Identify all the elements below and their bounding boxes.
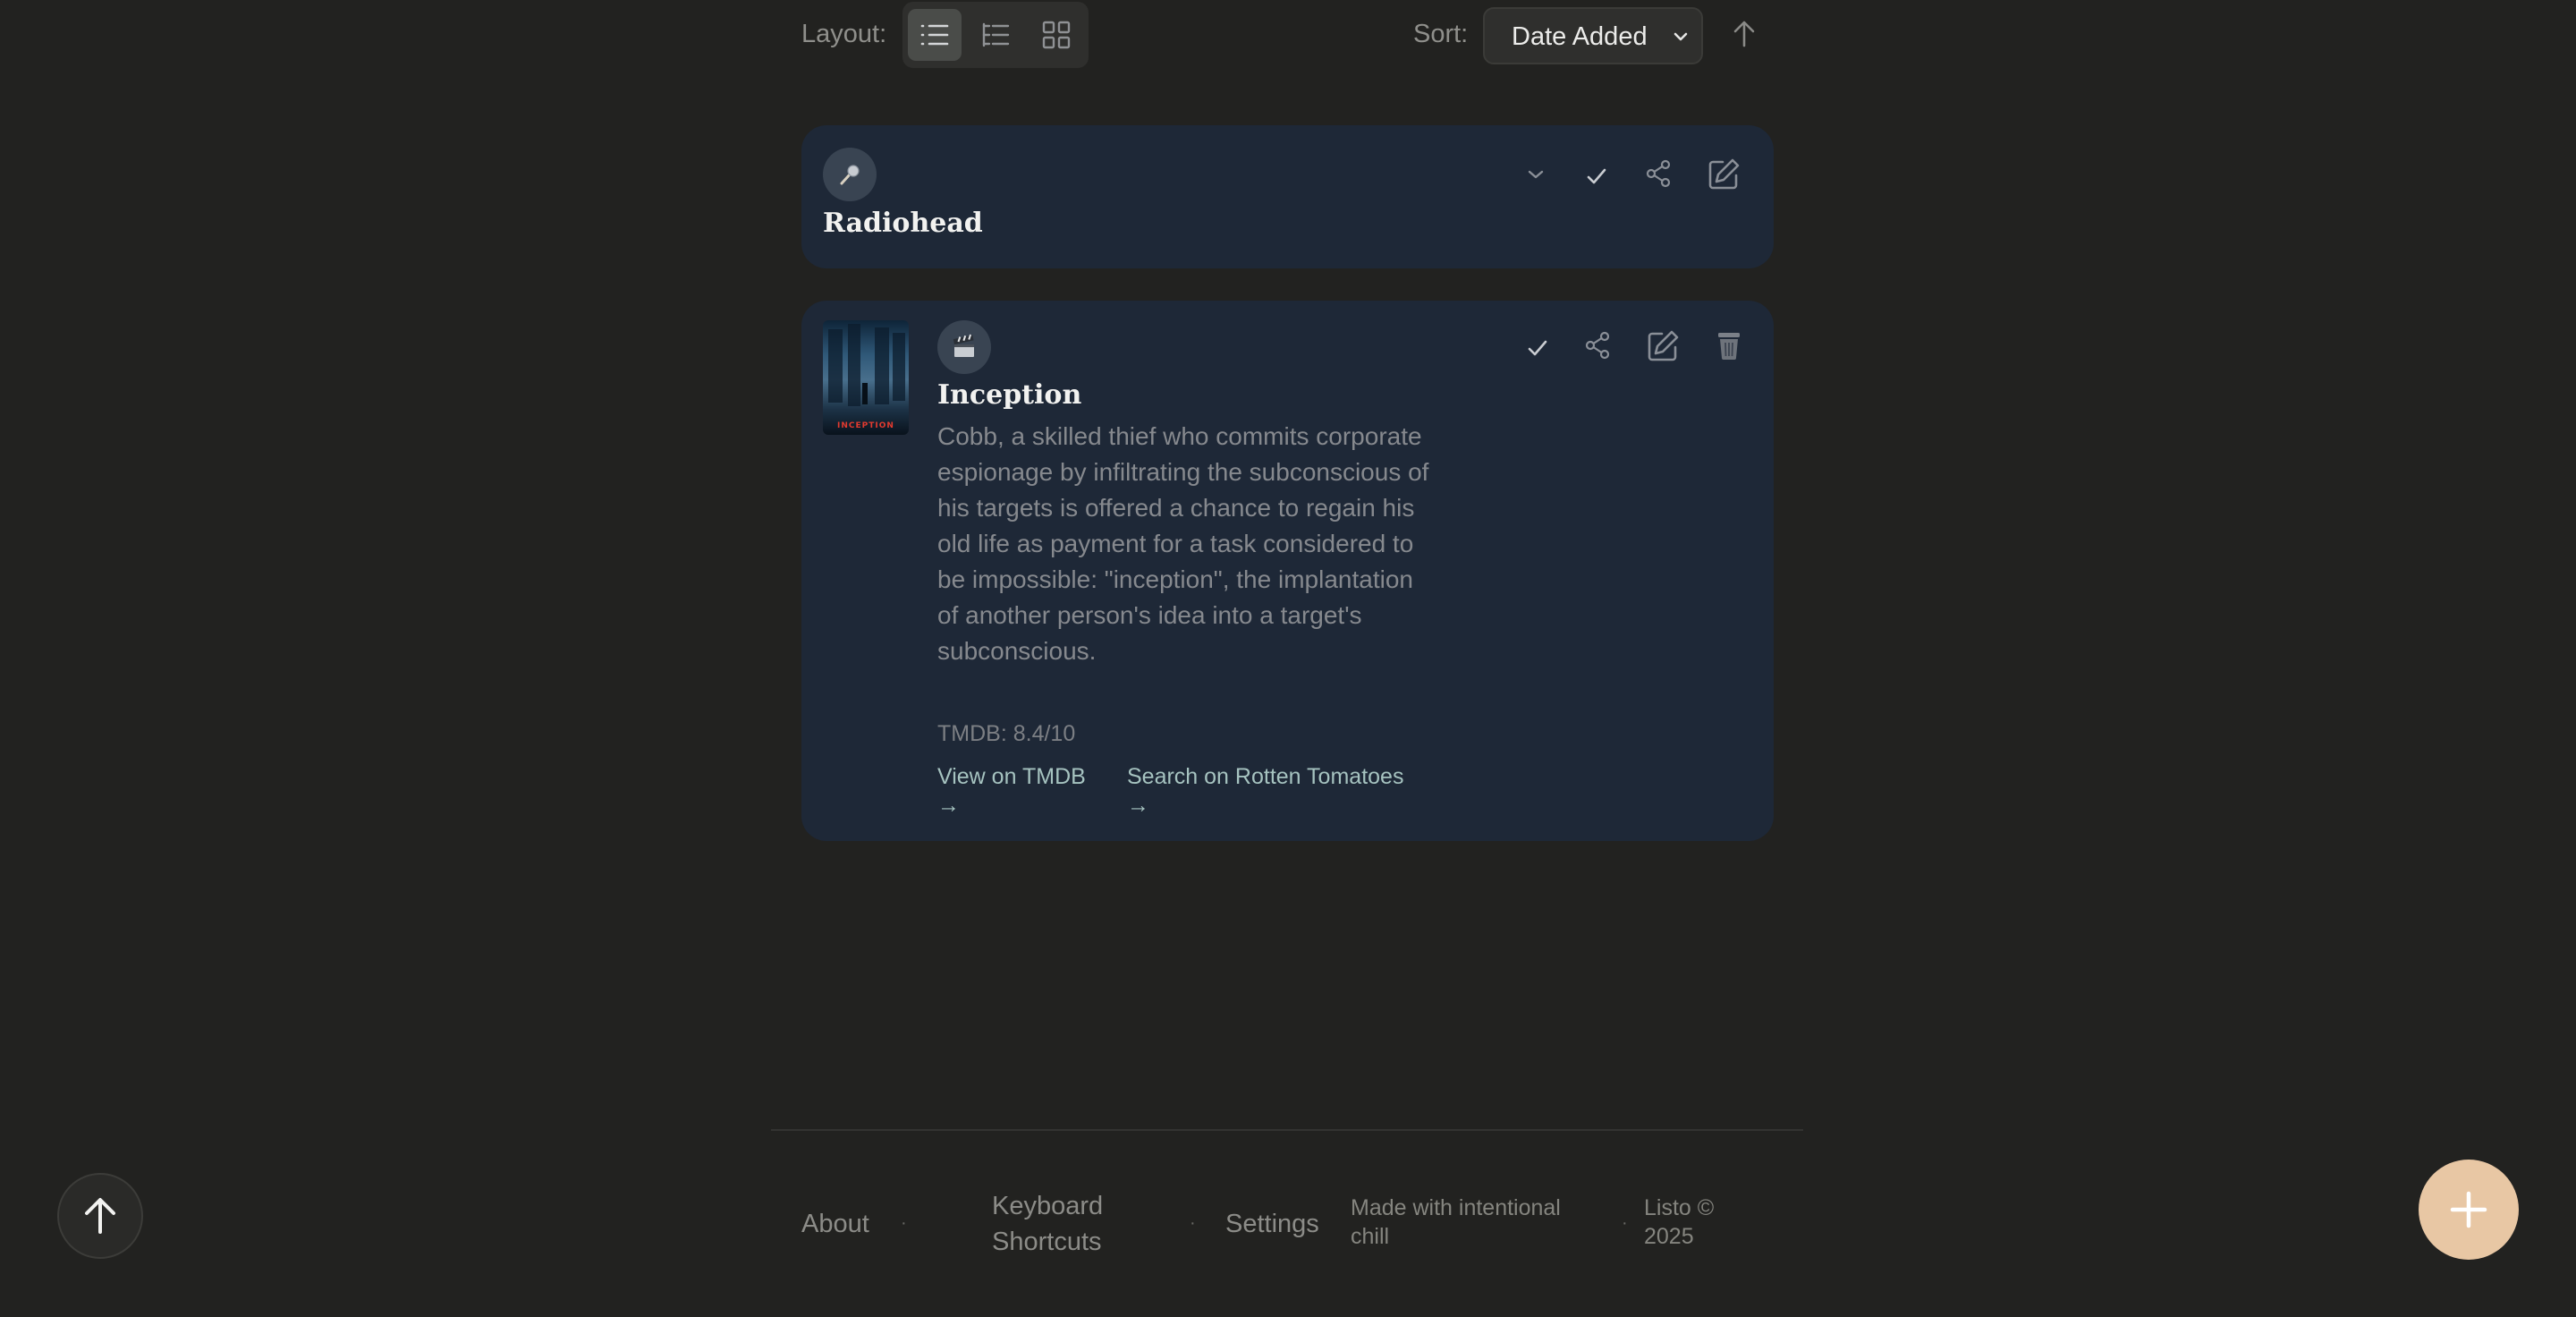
footer-divider — [771, 1129, 1803, 1131]
sort-selected-value: Date Added — [1512, 22, 1648, 51]
scroll-to-top-button[interactable] — [57, 1173, 143, 1259]
movie-type-badge — [937, 320, 991, 374]
footer-separator: · — [1190, 1213, 1196, 1233]
list-item: Radiohead — [801, 125, 1774, 268]
settings-link[interactable]: Settings — [1225, 1206, 1319, 1242]
made-with-text: Made with intentional chill — [1351, 1194, 1561, 1251]
trash-icon — [1718, 333, 1740, 360]
list-item: INCEPTION Inception Cobb, a skilled thie… — [801, 301, 1774, 841]
footer-text-line: chill — [1351, 1224, 1390, 1249]
check-icon — [1528, 340, 1547, 356]
share-icon — [1646, 159, 1671, 188]
sort-dropdown[interactable]: Date Added — [1483, 7, 1703, 64]
compact-list-icon — [982, 22, 1010, 47]
edit-button[interactable] — [1705, 156, 1742, 193]
chevron-down-icon — [1674, 32, 1688, 41]
edit-button[interactable] — [1644, 327, 1682, 365]
item-title: Radiohead — [823, 208, 983, 239]
link-label: Keyboard — [992, 1192, 1104, 1220]
delete-button[interactable] — [1714, 329, 1744, 361]
toolbar: Layout: Sort: Date Added — [801, 0, 1773, 70]
share-button[interactable] — [1581, 329, 1614, 361]
edit-icon — [1648, 330, 1679, 361]
share-icon — [1585, 331, 1610, 360]
share-button[interactable] — [1642, 157, 1674, 190]
layout-switcher — [902, 2, 1089, 68]
clapperboard-icon — [953, 334, 974, 357]
item-title: Inception — [937, 379, 1082, 411]
arrow-right-icon: → — [937, 793, 960, 818]
check-icon — [1587, 168, 1606, 184]
tmdb-link[interactable]: View on TMDB → — [937, 762, 1086, 820]
mark-done-button[interactable] — [1581, 161, 1612, 191]
expand-button[interactable] — [1522, 161, 1549, 188]
link-label: Search on Rotten Tomatoes — [1127, 764, 1404, 789]
footer-text-line: 2025 — [1644, 1224, 1694, 1249]
grid-icon — [1042, 21, 1071, 49]
footer-separator: · — [1622, 1213, 1628, 1233]
link-label: View on TMDB — [937, 764, 1086, 789]
layout-grid-button[interactable] — [1030, 9, 1083, 61]
layout-compact-button[interactable] — [969, 9, 1022, 61]
rotten-tomatoes-link[interactable]: Search on Rotten Tomatoes → — [1127, 762, 1403, 820]
sort-label: Sort: — [1413, 20, 1469, 48]
footer-text-line: Made with intentional — [1351, 1195, 1561, 1220]
about-link[interactable]: About — [801, 1206, 869, 1242]
arrow-up-icon — [1733, 21, 1755, 47]
artist-type-badge — [823, 148, 877, 201]
poster-title: INCEPTION — [837, 421, 894, 430]
item-description: Cobb, a skilled thief who commits corpor… — [937, 422, 1429, 665]
footer-separator: · — [901, 1213, 907, 1233]
copyright-text: Listo © 2025 — [1644, 1194, 1714, 1251]
layout-list-button[interactable] — [908, 9, 962, 61]
edit-icon — [1708, 158, 1740, 190]
sort-direction-button[interactable] — [1732, 20, 1757, 53]
movie-poster: INCEPTION — [823, 320, 909, 435]
add-item-button[interactable] — [2419, 1160, 2519, 1260]
tmdb-rating: TMDB: 8.4/10 — [937, 721, 1076, 746]
chevron-down-icon — [1528, 170, 1544, 179]
list-icon — [920, 24, 949, 46]
link-label: Shortcuts — [992, 1228, 1102, 1256]
layout-label: Layout: — [801, 20, 887, 48]
footer-text-line: Listo © — [1644, 1195, 1715, 1220]
microphone-icon — [840, 165, 860, 185]
plus-icon — [2450, 1191, 2487, 1228]
arrow-up-icon — [85, 1198, 115, 1234]
arrow-right-icon: → — [1127, 793, 1149, 818]
mark-done-button[interactable] — [1522, 333, 1553, 363]
keyboard-shortcuts-link[interactable]: Keyboard Shortcuts — [992, 1188, 1103, 1260]
